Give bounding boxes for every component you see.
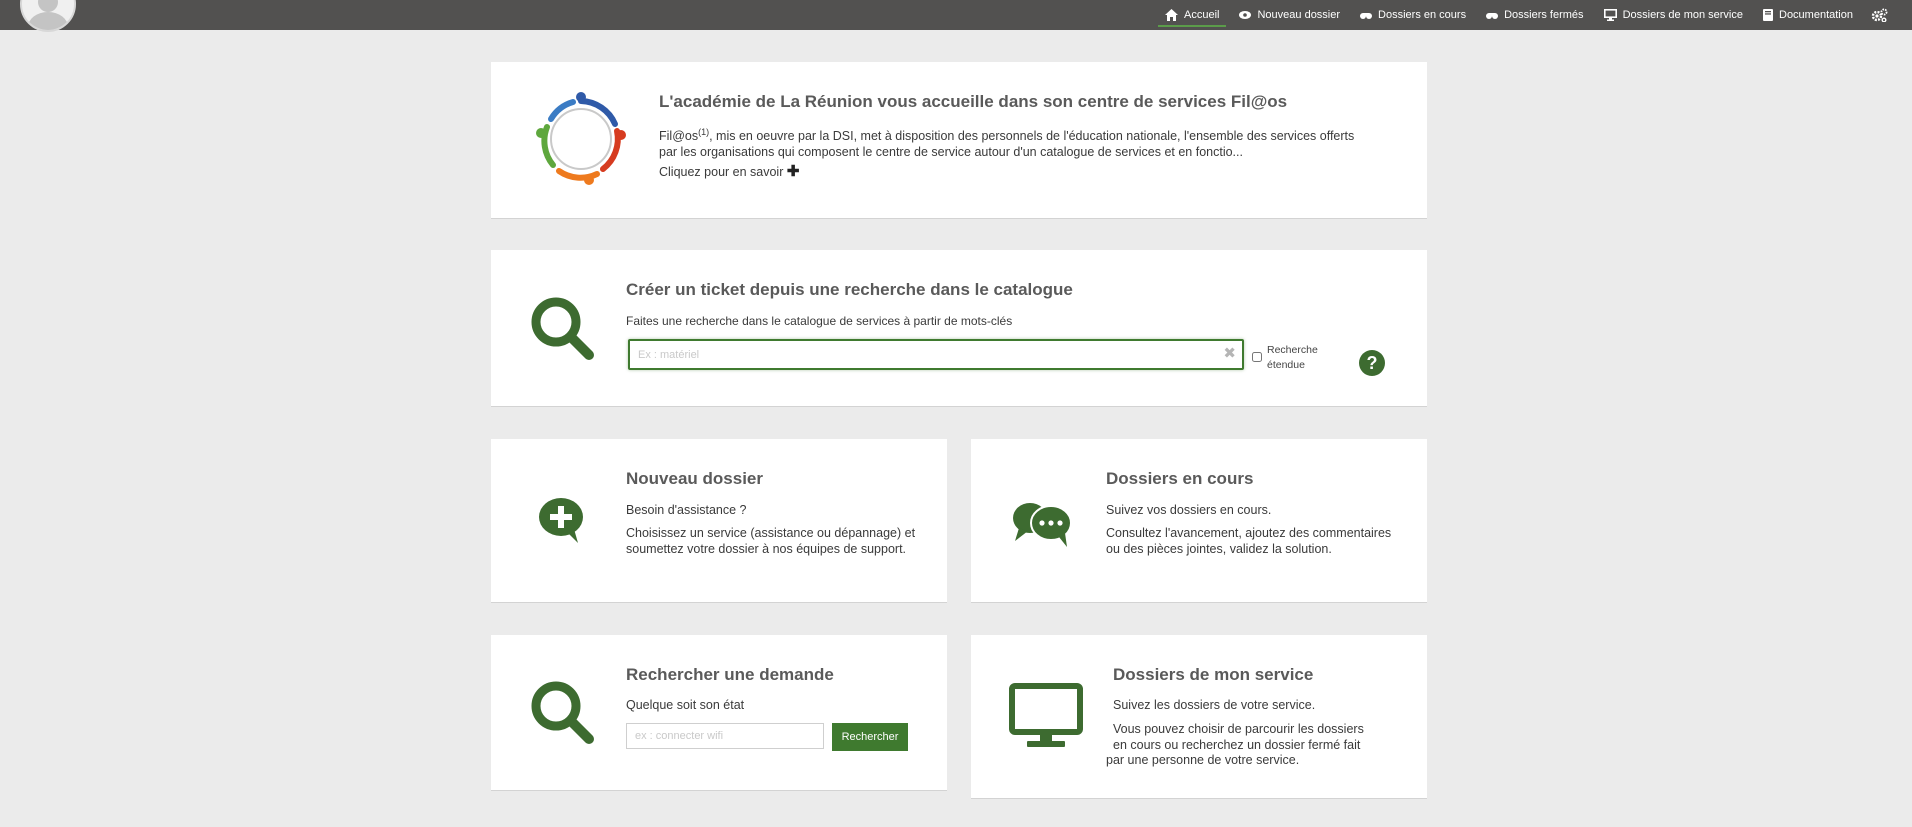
desktop-icon [1603, 9, 1617, 21]
new-ticket-line1: Besoin d'assistance ? [626, 503, 747, 517]
nav-item-accueil[interactable]: Accueil [1155, 0, 1229, 30]
nav-label-accueil: Accueil [1184, 9, 1220, 21]
eye-icon [1239, 11, 1252, 19]
avatar-head-shape [38, 0, 58, 12]
welcome-text-prefix: Fil@os [659, 129, 699, 144]
nav-item-nouveau-dossier[interactable]: Nouveau dossier [1229, 0, 1350, 30]
catalog-search-subtitle: Faites une recherche dans le catalogue d… [626, 314, 1013, 328]
new-ticket-line2: Choisissez un service (assistance ou dép… [626, 526, 916, 556]
new-ticket-title: Nouveau dossier [626, 469, 763, 488]
welcome-text-line2: par les organisations qui composent le c… [659, 144, 1243, 159]
filaos-logo [536, 92, 626, 185]
learn-more-link[interactable]: Cliquez pour en savoir ✚ [659, 164, 799, 181]
extended-search-label-line2: étendue [1267, 359, 1305, 371]
gears-icon [1871, 8, 1888, 22]
ongoing-tickets-title: Dossiers en cours [1106, 469, 1254, 488]
my-service-line2: Vous pouvez choisir de parcourir les dos… [1106, 722, 1406, 769]
user-avatar[interactable] [20, 0, 76, 32]
welcome-description: Fil@os(1), mis en oeuvre par la DSI, met… [659, 125, 1399, 160]
ongoing-tickets-line1: Suivez vos dossiers en cours. [1106, 503, 1272, 517]
ongoing-tickets-line2: Consultez l'avancement, ajoutez des comm… [1106, 526, 1392, 556]
ongoing-tickets-card[interactable]: Dossiers en cours Suivez vos dossiers en… [971, 439, 1427, 603]
nav-label-documentation: Documentation [1779, 9, 1853, 21]
request-search-button[interactable]: Rechercher [832, 723, 908, 751]
nav-item-documentation[interactable]: Documentation [1753, 0, 1863, 30]
avatar-body-shape [28, 12, 68, 30]
catalog-search-input[interactable] [630, 341, 1208, 368]
search-request-card: Rechercher une demande Quelque soit son … [491, 635, 947, 791]
welcome-text-line1: , mis en oeuvre par la DSI, met à dispos… [709, 129, 1355, 144]
learn-more-label: Cliquez pour en savoir [659, 165, 784, 179]
catalog-search-card: Créer un ticket depuis une recherche dan… [491, 250, 1427, 407]
search-request-title: Rechercher une demande [626, 665, 834, 684]
welcome-footnote-ref: (1) [698, 127, 710, 137]
catalog-search-title: Créer un ticket depuis une recherche dan… [626, 280, 1073, 299]
nav-item-dossiers-de-mon-service[interactable]: Dossiers de mon service [1594, 0, 1753, 30]
book-icon [1763, 9, 1773, 21]
nav-label-nouveau-dossier: Nouveau dossier [1257, 9, 1341, 21]
catalog-search-field: ✖ [628, 339, 1244, 370]
welcome-card: L'académie de La Réunion vous accueille … [491, 62, 1427, 219]
question-circle-icon: ? [1366, 352, 1378, 373]
plus-icon: ✚ [786, 163, 800, 180]
search-request-subtitle: Quelque soit son état [626, 698, 745, 712]
nav-label-dossiers-en-cours: Dossiers en cours [1378, 9, 1467, 21]
nav-label-dossiers-fermes: Dossiers fermés [1504, 9, 1584, 21]
my-service-line1: Suivez les dossiers de votre service. [1113, 698, 1316, 712]
nav-label-dossiers-de-mon-service: Dossiers de mon service [1622, 9, 1743, 21]
search-icon [531, 297, 594, 360]
settings-button[interactable] [1863, 0, 1898, 30]
help-button[interactable]: ? [1359, 350, 1385, 376]
my-service-card[interactable]: Dossiers de mon service Suivez les dossi… [971, 635, 1427, 799]
binoculars-icon [1486, 12, 1499, 19]
new-ticket-card[interactable]: Nouveau dossier Besoin d'assistance ? Ch… [491, 439, 947, 603]
search-icon [531, 681, 594, 744]
top-navigation-bar: Accueil Nouveau dossier Dossiers en cour… [0, 0, 1912, 32]
extended-search-checkbox[interactable] [1252, 352, 1262, 362]
clear-search-icon[interactable]: ✖ [1223, 345, 1236, 363]
main-nav: Accueil Nouveau dossier Dossiers en cour… [1155, 0, 1898, 30]
nav-item-dossiers-fermes[interactable]: Dossiers fermés [1476, 0, 1593, 30]
my-service-line2c: par une personne de votre service. [1106, 753, 1300, 767]
comment-plus-icon [539, 498, 583, 543]
extended-search-label: Recherche étendue [1267, 343, 1337, 373]
my-service-line2a: Vous pouvez choisir de parcourir les dos… [1113, 722, 1364, 736]
home-icon [1165, 9, 1179, 21]
nav-item-dossiers-en-cours[interactable]: Dossiers en cours [1350, 0, 1476, 30]
desktop-icon [1009, 683, 1083, 747]
my-service-title: Dossiers de mon service [1113, 665, 1314, 684]
request-search-input[interactable] [626, 723, 824, 749]
binoculars-icon [1360, 12, 1373, 19]
my-service-line2b: en cours ou recherchez un dossier fermé … [1113, 737, 1361, 752]
welcome-title: L'académie de La Réunion vous accueille … [659, 92, 1288, 111]
extended-search-label-line1: Recherche [1267, 344, 1318, 356]
comments-icon [1013, 503, 1072, 547]
